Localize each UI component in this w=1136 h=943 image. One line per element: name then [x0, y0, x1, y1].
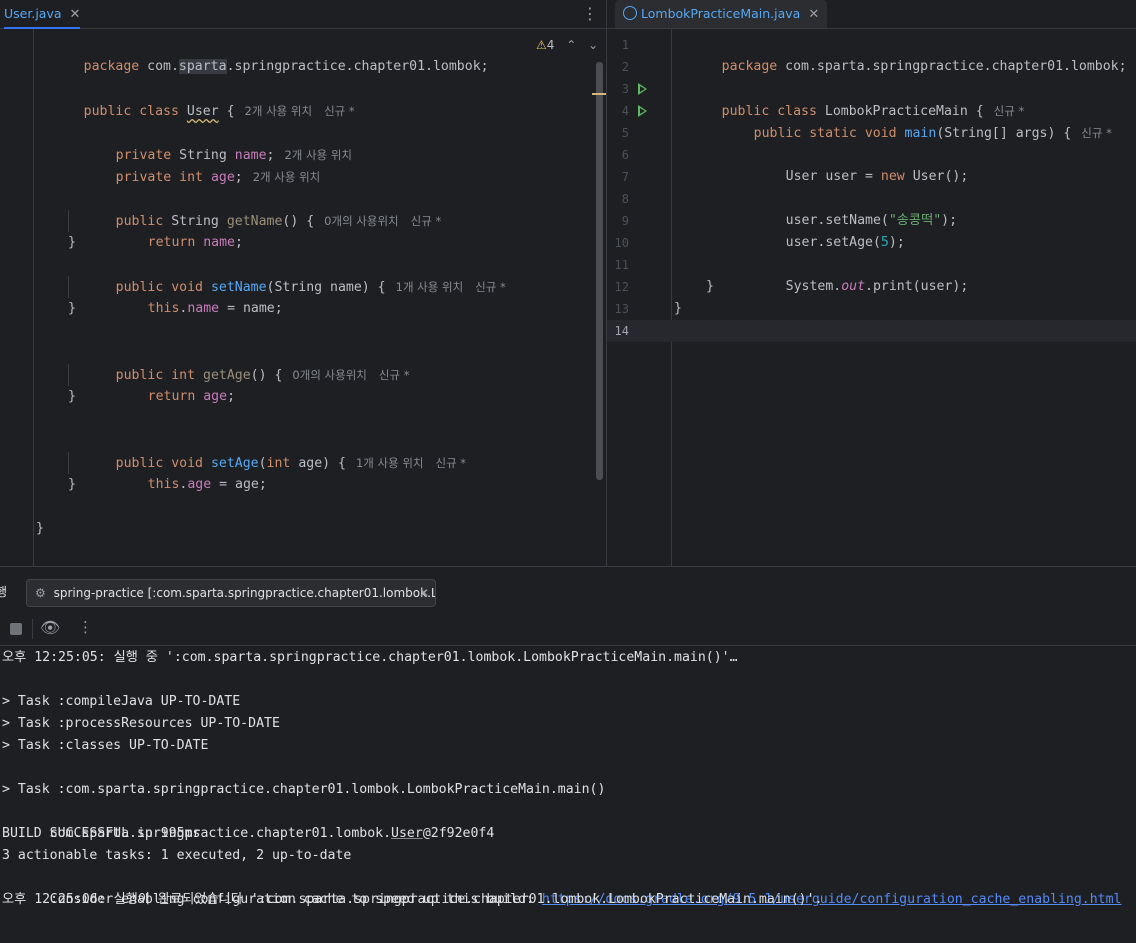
more-vert-icon[interactable]: ⋮ [582, 4, 598, 23]
code-line: } [674, 301, 682, 316]
code-line: } [68, 477, 76, 492]
code-line: public class User {2개 사용 위치 신규 * [83, 104, 355, 119]
code-line: user.setAge(5); [785, 235, 905, 250]
code-line: public String getName() {0개의 사용위치 신규 * [115, 214, 442, 229]
code-line: } [68, 301, 76, 316]
code-line: package com.sparta.springpractice.chapte… [83, 59, 489, 74]
line-number: 2 [621, 60, 629, 74]
line-number: 8 [621, 192, 629, 206]
close-icon[interactable]: ✕ [70, 7, 81, 22]
code-line: System.out.print(user); [785, 279, 969, 294]
run-panel: 행 ⚙ spring-practice [:com.sparta.springp… [0, 566, 1136, 943]
right-editor-pane: LombokPracticeMain.java ✕ 1 2 3 4 5 6 7 8 9 10 11 12… [607, 0, 1136, 566]
line-number: 9 [621, 214, 629, 228]
code-line: } [706, 279, 714, 294]
run-panel-side-label: 행 [0, 585, 8, 599]
close-icon[interactable]: ✕ [419, 580, 429, 606]
code-line: public int getAge() {0개의 사용위치 신규 * [115, 368, 410, 383]
left-tab-bar: User.java ✕ ⋮ [0, 0, 606, 29]
gradle-icon: ⚙ [35, 586, 46, 600]
toolbar-separator [32, 619, 33, 639]
line-number: 13 [614, 302, 629, 316]
gutter-separator [671, 29, 672, 566]
gutter-separator [33, 29, 34, 566]
code-line: user.setName("송콩떡"); [785, 213, 958, 228]
run-main-icon[interactable] [638, 105, 647, 117]
run-config-tab[interactable]: ⚙ spring-practice [:com.sparta.springpra… [26, 579, 436, 607]
line-number: 3 [621, 82, 629, 96]
line-number: 10 [614, 236, 629, 250]
usage-hint[interactable]: 신규 * [1081, 126, 1112, 140]
code-line: public void setAge(int age) {1개 사용 위치 신규 … [115, 456, 467, 471]
code-line: } [68, 389, 76, 404]
code-line: return age; [147, 389, 236, 404]
console-line: BUILD SUCCESSFUL in 995ms [2, 826, 201, 841]
code-line: } [68, 235, 76, 250]
code-line: public void setName(String name) {1개 사용 … [115, 280, 506, 295]
more-vert-icon[interactable]: ⋮ [78, 618, 93, 636]
console-line: 3 actionable tasks: 1 executed, 2 up-to-… [2, 848, 352, 863]
line-number: 5 [621, 126, 629, 140]
right-tab-bar: LombokPracticeMain.java ✕ [607, 0, 1136, 29]
code-line: return name; [147, 235, 243, 250]
usage-hint[interactable]: 2개 사용 위치 신규 * [245, 104, 355, 118]
tab-label: User.java [4, 6, 62, 21]
java-class-icon [623, 6, 637, 20]
code-line: User user = new User(); [785, 169, 969, 184]
eye-icon[interactable]: 👁 [40, 618, 60, 637]
line-number: 6 [621, 148, 629, 162]
console-line: > Task :classes UP-TO-DATE [2, 738, 209, 753]
line-number: 4 [621, 104, 629, 118]
current-line-highlight [607, 320, 1136, 342]
line-number: 12 [614, 280, 629, 294]
console-line: 오후 12:25:06: 실행이 완료되었습니다 ':com.sparta.sp… [2, 892, 823, 907]
run-class-icon[interactable] [638, 83, 647, 95]
line-number: 1 [621, 38, 629, 52]
code-line: } [36, 521, 44, 536]
run-toolbar: 👁 ⋮ [0, 613, 1136, 646]
run-config-label: spring-practice [:com.sparta.springpract… [53, 586, 436, 600]
tab-lombok-practice-main[interactable]: LombokPracticeMain.java ✕ [615, 0, 828, 28]
code-line: package com.sparta.springpractice.chapte… [721, 59, 1127, 74]
console-output[interactable]: 오후 12:25:05: 실행 중 ':com.sparta.springpra… [0, 647, 1136, 943]
console-line: > Task :compileJava UP-TO-DATE [2, 694, 241, 709]
code-line: this.name = name; [147, 301, 283, 316]
right-code-area[interactable]: 1 2 3 4 5 6 7 8 9 10 11 12 13 14 package com.sparta.s… [607, 29, 1136, 566]
console-line: Consider enabling configuration cache to… [49, 892, 1122, 907]
code-line: public class LombokPracticeMain {신규 * [721, 104, 1025, 119]
code-line: private int age; 2개 사용 위치 [115, 170, 321, 185]
usage-hint[interactable]: 2개 사용 위치 [253, 170, 321, 184]
console-line: > Task :com.sparta.springpractice.chapte… [2, 782, 606, 797]
tab-user-java[interactable]: User.java ✕ [4, 0, 81, 29]
line-number: 7 [621, 170, 629, 184]
console-line: > Task :processResources UP-TO-DATE [2, 716, 280, 731]
code-line: private String name; 2개 사용 위치 [115, 148, 353, 163]
console-line: 오후 12:25:05: 실행 중 ':com.sparta.springpra… [2, 650, 738, 665]
code-line: this.age = age; [147, 477, 267, 492]
close-icon[interactable]: ✕ [808, 7, 819, 22]
left-code-area[interactable]: ⚠4 ⌃ ⌄ package com.sparta.springpractice… [0, 29, 606, 566]
line-number: 14 [614, 324, 629, 338]
code-line: public static void main(String[] args) {… [753, 126, 1112, 141]
tab-label: LombokPracticeMain.java [641, 6, 801, 21]
left-editor-pane: User.java ✕ ⋮ ⚠4 ⌃ ⌄ package com.sparta.s… [0, 0, 606, 566]
stop-icon[interactable] [10, 623, 22, 635]
console-line: com.sparta.springpractice.chapter01.lomb… [49, 826, 495, 841]
line-number: 11 [614, 258, 629, 272]
